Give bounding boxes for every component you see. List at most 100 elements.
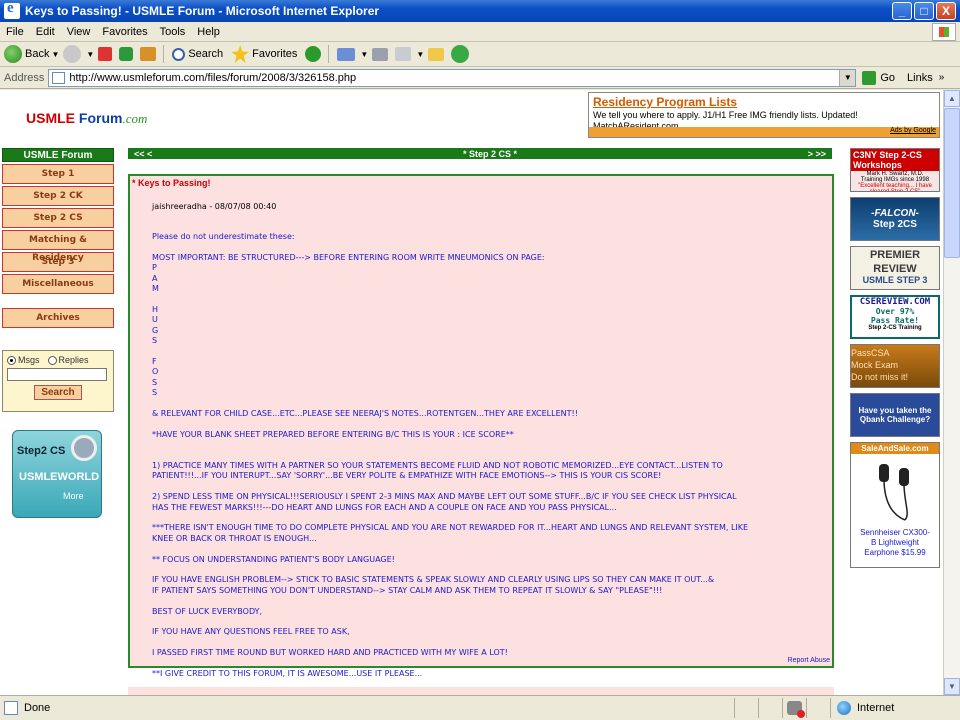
maximize-button[interactable]: □ bbox=[914, 2, 934, 20]
address-url: http://www.usmleforum.com/files/forum/20… bbox=[69, 71, 357, 84]
chevron-down-icon[interactable]: ▼ bbox=[86, 50, 94, 59]
pcsa-b: Mock Exam bbox=[851, 360, 899, 370]
toolbar: Back ▼ ▼ Search Favorites ▼ ▼ bbox=[0, 42, 960, 67]
search-button[interactable]: Search bbox=[172, 47, 223, 61]
right-ads: C3NY Step 2-CS Workshops Mark H. Swartz,… bbox=[850, 148, 940, 573]
premier-a: PREMIER bbox=[869, 249, 921, 261]
chevron-down-icon[interactable]: ▼ bbox=[360, 50, 368, 59]
favorites-button[interactable]: Favorites bbox=[231, 45, 297, 63]
scroll-up-icon[interactable]: ▲ bbox=[944, 90, 960, 107]
report-abuse-link[interactable]: Report Abuse bbox=[788, 657, 830, 664]
messenger-button[interactable] bbox=[451, 45, 472, 63]
nav-item-archives[interactable]: Archives bbox=[2, 308, 114, 328]
c3ny-head: C3NY Step 2-CS Workshops bbox=[851, 149, 939, 171]
chevron-down-icon[interactable]: ▼ bbox=[51, 50, 59, 59]
status-cell bbox=[734, 698, 758, 718]
msgs-option[interactable]: Msgs bbox=[7, 355, 40, 366]
cse-c: Pass Rate! bbox=[870, 316, 920, 325]
address-input[interactable]: http://www.usmleforum.com/files/forum/20… bbox=[48, 68, 857, 87]
favorites-label: Favorites bbox=[252, 48, 298, 60]
home-button[interactable] bbox=[140, 47, 159, 61]
scroll-down-icon[interactable]: ▼ bbox=[944, 678, 960, 695]
stop-button[interactable] bbox=[98, 47, 115, 61]
home-icon bbox=[140, 47, 157, 61]
nav-item-step-2-ck[interactable]: Step 2 CK bbox=[2, 186, 114, 206]
refresh-icon bbox=[119, 47, 134, 61]
forward-button[interactable]: ▼ bbox=[63, 45, 94, 63]
links-button[interactable]: Links bbox=[907, 72, 933, 84]
passcsa-ad[interactable]: PassCSA Mock Exam Do not miss it! bbox=[850, 344, 940, 388]
logo-com: .com bbox=[122, 111, 148, 126]
falcon-ad[interactable]: -FALCON- Step 2CS bbox=[850, 197, 940, 241]
mail-icon bbox=[337, 47, 356, 61]
menu-view[interactable]: View bbox=[61, 26, 97, 38]
menu-tools[interactable]: Tools bbox=[154, 26, 192, 38]
minimize-button[interactable]: _ bbox=[892, 2, 912, 20]
back-label: Back bbox=[25, 48, 50, 60]
premier-c: USMLE STEP 3 bbox=[862, 275, 928, 285]
ad-text: We tell you where to apply. J1/H1 Free I… bbox=[593, 110, 858, 120]
folder-button[interactable] bbox=[428, 47, 447, 61]
mail-button[interactable]: ▼ bbox=[337, 47, 368, 61]
nav-header: USMLE Forum bbox=[2, 148, 114, 162]
stethoscope-icon bbox=[71, 435, 97, 461]
scroll-thumb[interactable] bbox=[944, 108, 960, 258]
stop-icon bbox=[98, 47, 113, 61]
back-button[interactable]: Back ▼ bbox=[4, 45, 59, 63]
menu-edit[interactable]: Edit bbox=[30, 26, 61, 38]
qbank-b: Qbank Challenge? bbox=[859, 415, 931, 424]
status-text-area: Done bbox=[0, 701, 734, 715]
toolbar-divider bbox=[328, 45, 330, 63]
close-button[interactable]: X bbox=[936, 2, 956, 20]
c3ny-ad[interactable]: C3NY Step 2-CS Workshops Mark H. Swartz,… bbox=[850, 148, 940, 192]
refresh-button[interactable] bbox=[119, 47, 136, 61]
usmleworld-ad[interactable]: Step2 CS USMLEWORLD More bbox=[12, 430, 102, 518]
chevron-right-icon[interactable]: » bbox=[939, 72, 945, 83]
sas-t3: Earphone $15.99 bbox=[864, 548, 926, 557]
popup-blocked-icon[interactable] bbox=[787, 701, 805, 718]
usmleworld-line2: USMLEWORLD bbox=[19, 471, 100, 483]
forum-search-button[interactable]: Search bbox=[34, 385, 82, 401]
replies-option[interactable]: Replies bbox=[47, 355, 89, 366]
next-post-strip bbox=[128, 687, 834, 695]
ad-title-link[interactable]: Residency Program Lists bbox=[593, 95, 935, 109]
media-button[interactable] bbox=[305, 46, 324, 62]
csereview-ad[interactable]: CSEREVIEW.COM Over 97% Pass Rate! Step 2… bbox=[850, 295, 940, 339]
msgs-radio[interactable] bbox=[7, 356, 16, 366]
replies-label: Replies bbox=[58, 355, 89, 365]
menu-favorites[interactable]: Favorites bbox=[96, 26, 153, 38]
nav-item-step-2-cs[interactable]: Step 2 CS bbox=[2, 208, 114, 228]
print-button[interactable] bbox=[372, 47, 391, 61]
nav-item-matching[interactable]: Matching & Residency bbox=[2, 230, 114, 263]
chevron-down-icon[interactable]: ▼ bbox=[839, 69, 856, 86]
menu-file[interactable]: File bbox=[0, 26, 30, 38]
replies-radio[interactable] bbox=[47, 356, 57, 366]
status-text: Done bbox=[24, 702, 51, 714]
ie-icon bbox=[4, 0, 20, 19]
c3ny-quote: "Excellent teaching... I have cleared St… bbox=[858, 183, 932, 192]
ads-by-google-link[interactable]: Ads by Google bbox=[589, 127, 939, 137]
saleandsale-ad[interactable]: SaleAndSale.com Sennheiser CX300- B Ligh… bbox=[850, 442, 940, 568]
folder-icon bbox=[428, 47, 445, 61]
nav-item-step-1[interactable]: Step 1 bbox=[2, 164, 114, 184]
logo-usmle: USMLE bbox=[26, 110, 75, 126]
thread-next-links[interactable]: > >> bbox=[792, 149, 832, 159]
menu-bar: File Edit View Favorites Tools Help bbox=[0, 22, 960, 42]
go-button[interactable]: Go bbox=[862, 70, 895, 85]
nav-item-step-3[interactable]: Step 3 bbox=[2, 252, 114, 272]
premier-review-ad[interactable]: PREMIER REVIEW USMLE STEP 3 bbox=[850, 246, 940, 290]
forum-search-input[interactable] bbox=[7, 368, 107, 382]
usmleworld-more[interactable]: More bbox=[63, 491, 84, 501]
usmleworld-line1: Step2 CS bbox=[17, 445, 66, 457]
nav-item-misc[interactable]: Miscellaneous bbox=[2, 274, 114, 294]
title-bar: Keys to Passing! - USMLE Forum - Microso… bbox=[0, 0, 960, 22]
address-label: Address bbox=[4, 71, 45, 84]
thread-prev-links[interactable]: << < bbox=[128, 149, 188, 159]
chevron-down-icon[interactable]: ▼ bbox=[416, 50, 424, 59]
edit-button[interactable]: ▼ bbox=[395, 47, 424, 61]
qbank-ad[interactable]: Have you taken the Qbank Challenge? bbox=[850, 393, 940, 437]
site-logo[interactable]: USMLE Forum.com bbox=[26, 110, 147, 127]
security-zone[interactable]: Internet bbox=[830, 698, 960, 718]
menu-help[interactable]: Help bbox=[191, 26, 226, 38]
vertical-scrollbar[interactable]: ▲ ▼ bbox=[943, 90, 960, 695]
